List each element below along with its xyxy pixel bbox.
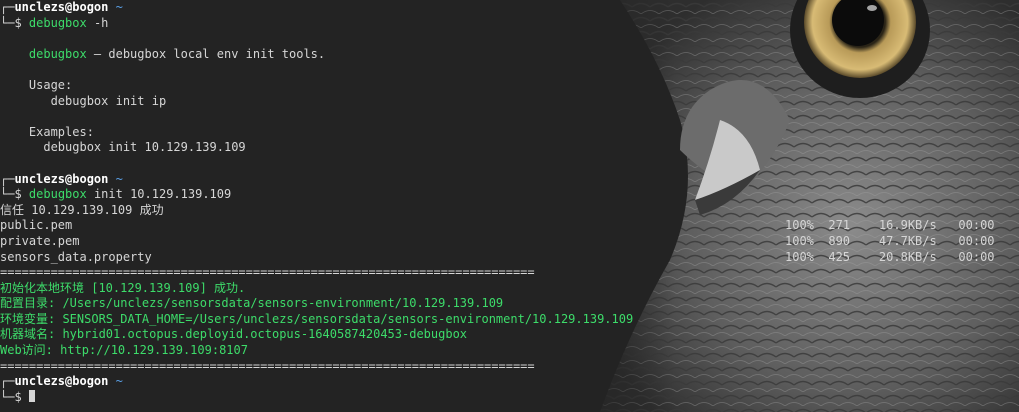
transfer-stats: 100% 890 47.7KB/s 00:00	[785, 233, 995, 248]
examples-label: Examples:	[0, 125, 1019, 141]
command-name: debugbox	[28, 187, 87, 202]
prompt-frame-top: ┌─	[0, 0, 15, 14]
prompt-path: ~	[115, 0, 123, 14]
command-line: └─$ debugbox -h	[0, 16, 1019, 32]
prompt-user-host: unclezs@bogon	[14, 374, 109, 389]
transfer-file-name: sensors_data.property	[0, 249, 152, 264]
usage-command-text: debugbox init ip	[50, 93, 167, 108]
separator-rule: ========================================…	[0, 358, 535, 373]
prompt-frame-bottom: └─	[0, 187, 15, 202]
prompt-path: ~	[115, 374, 123, 389]
result-line: 配置目录: /Users/unclezs/sensorsdata/sensors…	[0, 296, 504, 311]
examples-command: debugbox init 10.129.139.109	[0, 140, 1019, 156]
prompt-line: ┌─unclezs@bogon ~	[0, 172, 1019, 188]
transfer-stats: 100% 271 16.9KB/s 00:00	[785, 218, 995, 233]
prompt-frame-top: ┌─	[0, 374, 15, 389]
transfer-file-name: private.pem	[0, 233, 80, 248]
usage-command: debugbox init ip	[0, 94, 1019, 110]
command-args: -h	[86, 15, 109, 30]
usage-label-text: Usage:	[28, 77, 73, 92]
result-line: 机器域名: hybrid01.octopus.deployid.octopus-…	[0, 327, 468, 342]
prompt-user-host: unclezs@bogon	[14, 0, 109, 14]
examples-label-text: Examples:	[28, 124, 94, 139]
prompt-symbol: $	[14, 389, 22, 404]
terminal-output: ┌─unclezs@bogon ~ └─$ debugbox -h debugb…	[0, 0, 1019, 405]
transfer-file-name: public.pem	[0, 218, 73, 233]
input-line[interactable]: └─$	[0, 389, 1019, 406]
prompt-frame-bottom: └─	[0, 15, 15, 30]
transfer-stats: 100% 425 20.8KB/s 00:00	[785, 249, 995, 264]
terminal-window[interactable]: ┌─unclezs@bogon ~ └─$ debugbox -h debugb…	[0, 0, 1019, 412]
prompt-frame-top: ┌─	[0, 171, 15, 186]
prompt-path: ~	[115, 171, 123, 186]
prompt-line: ┌─unclezs@bogon ~	[0, 0, 1019, 16]
command-line: └─$ debugbox init 10.129.139.109	[0, 187, 1019, 203]
prompt-frame-bottom: └─	[0, 389, 15, 404]
help-title-name: debugbox	[28, 46, 87, 61]
prompt-symbol: $	[14, 15, 22, 30]
separator-rule: ========================================…	[0, 265, 535, 280]
prompt-symbol: $	[14, 187, 22, 202]
help-title-rest: — debugbox local env init tools.	[86, 46, 326, 61]
transfer-row: private.pem 100% 890 47.7KB/s 00:00	[0, 234, 1019, 250]
transfer-row: sensors_data.property 100% 425 20.8KB/s 0…	[0, 250, 1019, 266]
command-args: init 10.129.139.109	[86, 187, 232, 202]
command-name: debugbox	[28, 15, 87, 30]
result-line: 环境变量: SENSORS_DATA_HOME=/Users/unclezs/s…	[0, 311, 634, 326]
prompt-user-host: unclezs@bogon	[14, 171, 109, 186]
help-title: debugbox — debugbox local env init tools…	[0, 47, 1019, 63]
text-cursor[interactable]	[28, 389, 35, 402]
trust-message: 信任 10.129.139.109 成功	[0, 202, 164, 217]
usage-label: Usage:	[0, 78, 1019, 94]
examples-command-text: debugbox init 10.129.139.109	[43, 140, 246, 155]
result-line: 初始化本地环境 [10.129.139.109] 成功.	[0, 280, 246, 295]
result-line: Web访问: http://10.129.139.109:8107	[0, 343, 248, 358]
transfer-row: public.pem 100% 271 16.9KB/s 00:00	[0, 218, 1019, 234]
prompt-line: ┌─unclezs@bogon ~	[0, 374, 1019, 390]
